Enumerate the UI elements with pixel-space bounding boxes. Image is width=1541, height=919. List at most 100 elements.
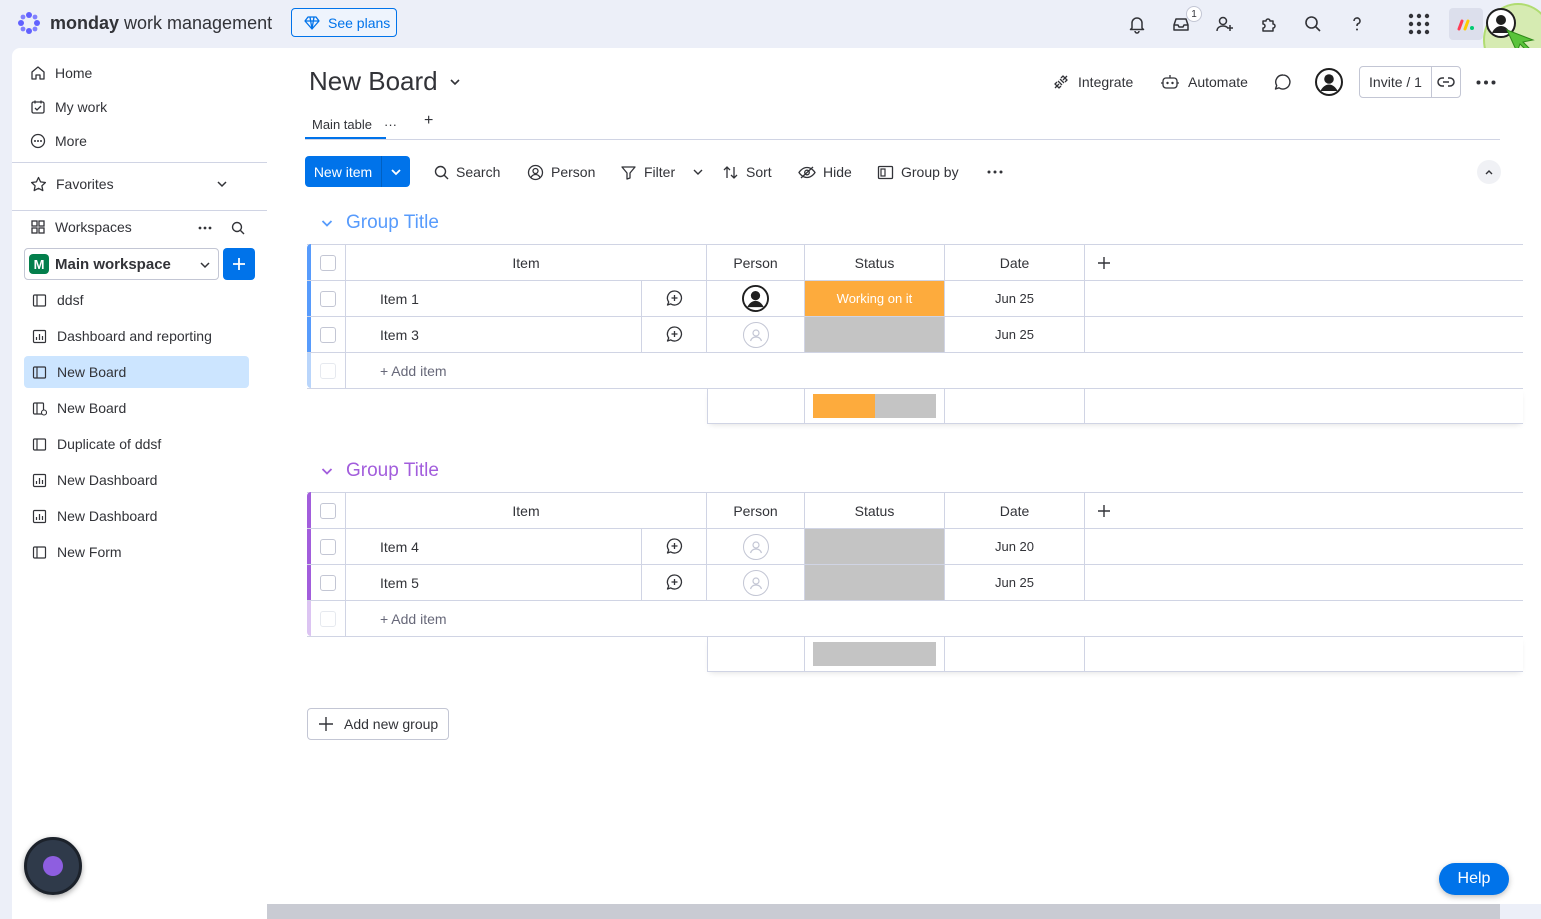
table-row[interactable]: Item 5 Jun 25 — [307, 565, 1523, 601]
board-owner-avatar[interactable] — [1315, 68, 1343, 96]
group-collapse-chevron-icon[interactable] — [320, 216, 334, 230]
invite-button[interactable]: Invite / 1 — [1359, 66, 1461, 98]
status-summary-bar[interactable] — [813, 394, 936, 418]
row-checkbox[interactable] — [320, 538, 336, 555]
status-cell[interactable]: Working on it — [805, 281, 945, 316]
group-collapse-chevron-icon[interactable] — [320, 464, 334, 478]
sidebar-workspaces[interactable]: Workspaces — [30, 213, 250, 241]
add-new-group-button[interactable]: Add new group — [307, 708, 449, 740]
date-cell[interactable]: Jun 25 — [945, 317, 1085, 352]
group-2-title[interactable]: Group Title — [320, 458, 439, 484]
item-updates-icon[interactable] — [642, 529, 707, 564]
new-item-dropdown-icon[interactable] — [382, 166, 410, 178]
apps-marketplace-icon[interactable] — [1257, 12, 1281, 36]
add-item-input[interactable]: + Add item — [380, 601, 447, 636]
sidebar-item-more[interactable]: More — [30, 127, 87, 155]
help-button[interactable]: Help — [1439, 863, 1509, 895]
ai-sidekick-button[interactable] — [24, 837, 82, 895]
group-1-title[interactable]: Group Title — [320, 210, 439, 236]
table-row[interactable]: Item 1 Working on it Jun 25 — [307, 281, 1523, 317]
person-cell[interactable] — [707, 529, 805, 564]
copy-link-icon[interactable] — [1432, 76, 1460, 88]
notifications-bell-icon[interactable] — [1125, 12, 1149, 36]
board-title[interactable]: New Board — [309, 66, 462, 97]
group-by-tool[interactable]: Group by — [877, 161, 959, 183]
select-all-checkbox[interactable] — [320, 502, 336, 519]
help-question-icon[interactable] — [1345, 12, 1369, 36]
collapse-header-button[interactable] — [1477, 160, 1501, 184]
item-name[interactable]: Item 1 — [346, 281, 642, 316]
status-cell[interactable] — [805, 529, 945, 564]
automate-button[interactable]: Automate — [1160, 70, 1248, 94]
person-filter-tool[interactable]: Person — [527, 161, 595, 183]
item-updates-icon[interactable] — [642, 281, 707, 316]
filter-tool[interactable]: Filter — [620, 161, 704, 183]
sidebar-form-new-form[interactable]: New Form — [24, 536, 249, 568]
workspace-options-icon[interactable] — [198, 226, 212, 230]
app-logo[interactable]: monday work management — [16, 10, 272, 36]
column-header-person[interactable]: Person — [707, 245, 805, 280]
item-name[interactable]: Item 3 — [346, 317, 642, 352]
sidebar-board-duplicate-of-ddsf[interactable]: Duplicate of ddsf — [24, 428, 249, 460]
item-updates-icon[interactable] — [642, 565, 707, 600]
hide-columns-tool[interactable]: Hide — [798, 161, 852, 183]
sidebar-board-new-board-active[interactable]: New Board — [24, 356, 249, 388]
workspace-selector[interactable]: M Main workspace — [24, 248, 219, 280]
select-all-checkbox[interactable] — [320, 254, 336, 271]
column-header-date[interactable]: Date — [945, 245, 1085, 280]
date-cell[interactable]: Jun 20 — [945, 529, 1085, 564]
item-name[interactable]: Item 4 — [346, 529, 642, 564]
sidebar-favorites[interactable]: Favorites — [30, 170, 250, 198]
tab-options-icon[interactable]: ··· — [384, 117, 397, 132]
row-checkbox[interactable] — [320, 290, 336, 307]
date-cell[interactable]: Jun 25 — [945, 565, 1085, 600]
board-more-options-icon[interactable] — [1476, 80, 1496, 85]
tab-main-table[interactable]: Main table ··· — [305, 110, 404, 138]
item-updates-icon[interactable] — [642, 317, 707, 352]
sidebar-board-ddsf[interactable]: ddsf — [24, 284, 249, 316]
search-icon[interactable] — [1301, 12, 1325, 36]
invite-members-icon[interactable] — [1213, 12, 1237, 36]
integrate-button[interactable]: Integrate — [1052, 70, 1133, 94]
see-plans-button[interactable]: See plans — [291, 8, 397, 37]
chevron-down-icon[interactable] — [692, 166, 704, 178]
apps-grid-icon[interactable] — [1405, 10, 1433, 38]
sidebar-item-my-work[interactable]: My work — [30, 93, 107, 121]
sidebar-board-new-board-shared[interactable]: New Board — [24, 392, 249, 424]
add-view-button[interactable]: + — [424, 112, 433, 130]
add-to-workspace-button[interactable] — [223, 248, 255, 280]
sidebar-dashboard-new-dashboard[interactable]: New Dashboard — [24, 464, 249, 496]
status-summary-bar[interactable] — [813, 642, 936, 666]
column-header-item[interactable]: Item — [346, 245, 707, 280]
person-cell[interactable] — [707, 281, 805, 316]
sort-tool[interactable]: Sort — [722, 161, 772, 183]
search-tool[interactable]: Search — [434, 161, 500, 183]
sidebar-dashboard-and-reporting[interactable]: Dashboard and reporting — [24, 320, 249, 352]
sidebar-dashboard-new-dashboard-2[interactable]: New Dashboard — [24, 500, 249, 532]
product-switcher[interactable] — [1449, 8, 1483, 40]
add-item-input[interactable]: + Add item — [380, 353, 447, 388]
workspace-search-icon[interactable] — [231, 221, 245, 235]
person-cell[interactable] — [707, 317, 805, 352]
table-row[interactable]: Item 3 Jun 25 — [307, 317, 1523, 353]
column-header-person[interactable]: Person — [707, 493, 805, 528]
table-row[interactable]: Item 4 Jun 20 — [307, 529, 1523, 565]
status-cell[interactable] — [805, 565, 945, 600]
date-cell[interactable]: Jun 25 — [945, 281, 1085, 316]
sidebar-item-home[interactable]: Home — [30, 59, 92, 87]
row-checkbox[interactable] — [320, 326, 336, 343]
status-cell[interactable] — [805, 317, 945, 352]
new-item-button[interactable]: New item — [305, 156, 410, 187]
toolbar-more-icon[interactable] — [987, 170, 1003, 174]
person-cell[interactable] — [707, 565, 805, 600]
row-checkbox[interactable] — [320, 574, 336, 591]
column-header-status[interactable]: Status — [805, 245, 945, 280]
column-header-date[interactable]: Date — [945, 493, 1085, 528]
add-column-plus-icon[interactable] — [1097, 256, 1111, 270]
add-column-plus-icon[interactable] — [1097, 504, 1111, 518]
comments-bubble-icon[interactable] — [1273, 72, 1293, 92]
column-header-status[interactable]: Status — [805, 493, 945, 528]
column-header-item[interactable]: Item — [346, 493, 707, 528]
horizontal-scrollbar[interactable] — [267, 904, 1500, 919]
item-name[interactable]: Item 5 — [346, 565, 642, 600]
